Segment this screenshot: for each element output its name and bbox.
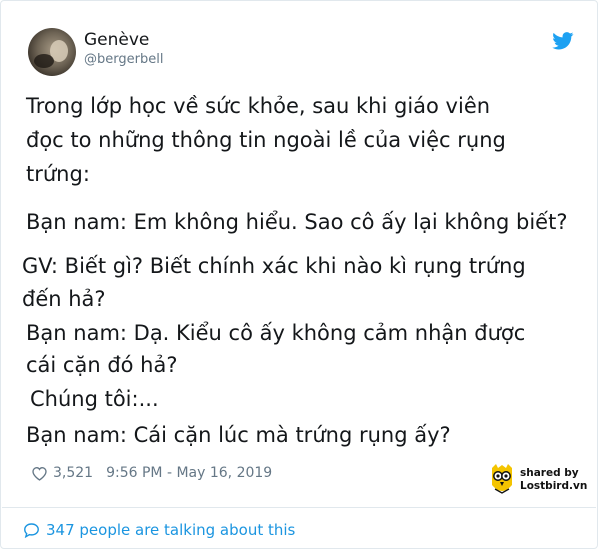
twitter-bird-icon[interactable] [552,32,574,50]
tweet-line: Bạn nam: Dạ. Kiểu cô ấy không cảm nhận đ… [26,321,526,345]
tweet-line: trứng: [26,162,90,186]
owl-logo-icon [492,464,512,494]
talking-count[interactable]: 347 people are talking about this [46,521,295,539]
tweet-line: GV: Biết gì? Biết chính xác khi nào kì r… [22,254,526,278]
tweet-line: Bạn nam: Em không hiểu. Sao cô ấy lại kh… [26,210,568,234]
conversation-link[interactable]: 347 people are talking about this [23,521,295,539]
user-handle[interactable]: @bergerbell [84,52,163,67]
watermark-text: shared by Lostbird.vn [520,467,587,493]
tweet-line: đọc to những thông tin ngoài lề của việc… [26,128,506,152]
watermark-line1: shared by [520,467,579,479]
tweet-card: Genève @bergerbell Trong lớp học về sức … [0,0,598,549]
tweet-line: đến hả? [22,287,106,311]
tweet-line: cái cặn đó hả? [26,353,178,377]
watermark: shared by Lostbird.vn [489,463,587,497]
avatar[interactable] [28,28,76,76]
timestamp[interactable]: 9:56 PM - May 16, 2019 [106,465,272,481]
divider [2,507,596,508]
display-name[interactable]: Genève [84,30,149,50]
tweet-text: Trong lớp học về sức khỏe, sau khi giáo … [22,89,596,497]
watermark-line2: Lostbird.vn [520,480,588,492]
speech-bubble-icon [24,523,39,538]
tweet-line: Trong lớp học về sức khỏe, sau khi giáo … [26,94,491,118]
tweet-line: Bạn nam: Cái cặn lúc mà trứng rụng ấy? [26,423,451,447]
tweet-line: Chúng tôi:... [30,387,159,411]
heart-icon[interactable] [31,466,48,481]
like-count: 3,521 [53,465,94,481]
tweet-meta: 3,521 9:56 PM - May 16, 2019 [31,465,272,481]
